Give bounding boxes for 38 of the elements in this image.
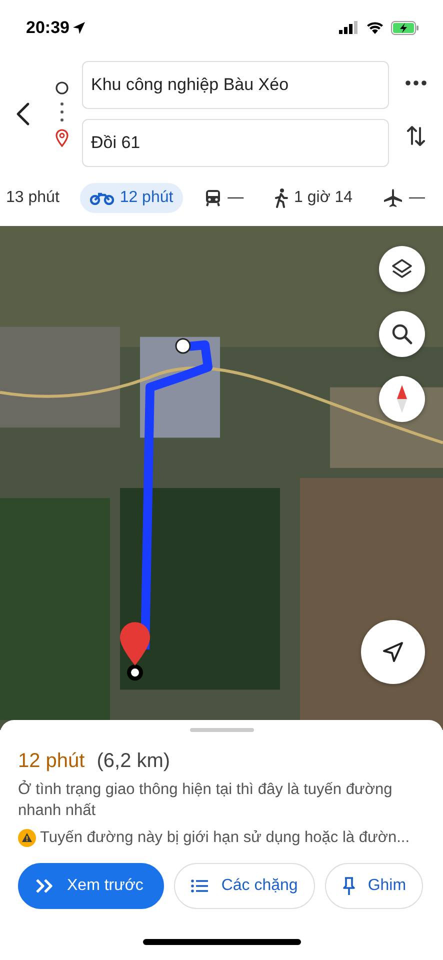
location-arrow-icon xyxy=(72,21,86,35)
sheet-handle[interactable] xyxy=(190,728,254,732)
back-icon xyxy=(16,102,30,126)
route-distance: (6,2 km) xyxy=(96,750,170,773)
warning-text: Tuyến đường này bị giới hạn sử dụng hoặc là đườn... xyxy=(40,829,410,847)
battery-charging-icon xyxy=(391,21,419,35)
steps-button[interactable]: Các chặng xyxy=(174,863,315,909)
wifi-icon xyxy=(366,21,384,35)
destination-pin-icon xyxy=(55,129,69,147)
list-icon xyxy=(191,879,210,893)
pin-icon xyxy=(342,876,356,896)
travel-mode-tab[interactable]: — xyxy=(194,183,254,213)
pin-button[interactable]: Ghim xyxy=(324,863,424,909)
signal-icon xyxy=(339,21,359,35)
walking-person-icon xyxy=(274,188,288,208)
more-icon xyxy=(405,80,427,86)
train-icon xyxy=(204,189,222,207)
destination-field[interactable]: Đồi 61 xyxy=(82,119,389,167)
origin-circle-icon xyxy=(55,81,69,95)
route-duration: 12 phút xyxy=(18,750,85,773)
warning-icon xyxy=(18,829,36,847)
travel-mode-tab[interactable]: 12 phút xyxy=(80,183,184,213)
dots-icon xyxy=(60,101,64,123)
swap-icon xyxy=(406,124,426,148)
travel-mode-tab[interactable]: 13 phút xyxy=(4,183,70,213)
route-description: Ở tình trạng giao thông hiện tại thì đây là tuyến đường nhanh nhất xyxy=(18,779,394,821)
compass-icon xyxy=(395,384,409,414)
double-chevron-icon xyxy=(35,878,55,894)
navigation-arrow-icon xyxy=(382,641,404,663)
origin-field[interactable]: Khu công nghiệp Bàu Xéo xyxy=(82,61,389,109)
travel-mode-tab[interactable]: 1 giờ 14 xyxy=(264,182,363,214)
motorbike-icon xyxy=(90,191,114,205)
search-icon xyxy=(391,323,413,345)
airplane-icon xyxy=(383,188,403,208)
preview-button[interactable]: Xem trước xyxy=(18,863,164,909)
status-time: 20:39 xyxy=(26,18,70,38)
layers-icon xyxy=(390,257,414,281)
travel-mode-tab[interactable]: — xyxy=(373,182,435,214)
